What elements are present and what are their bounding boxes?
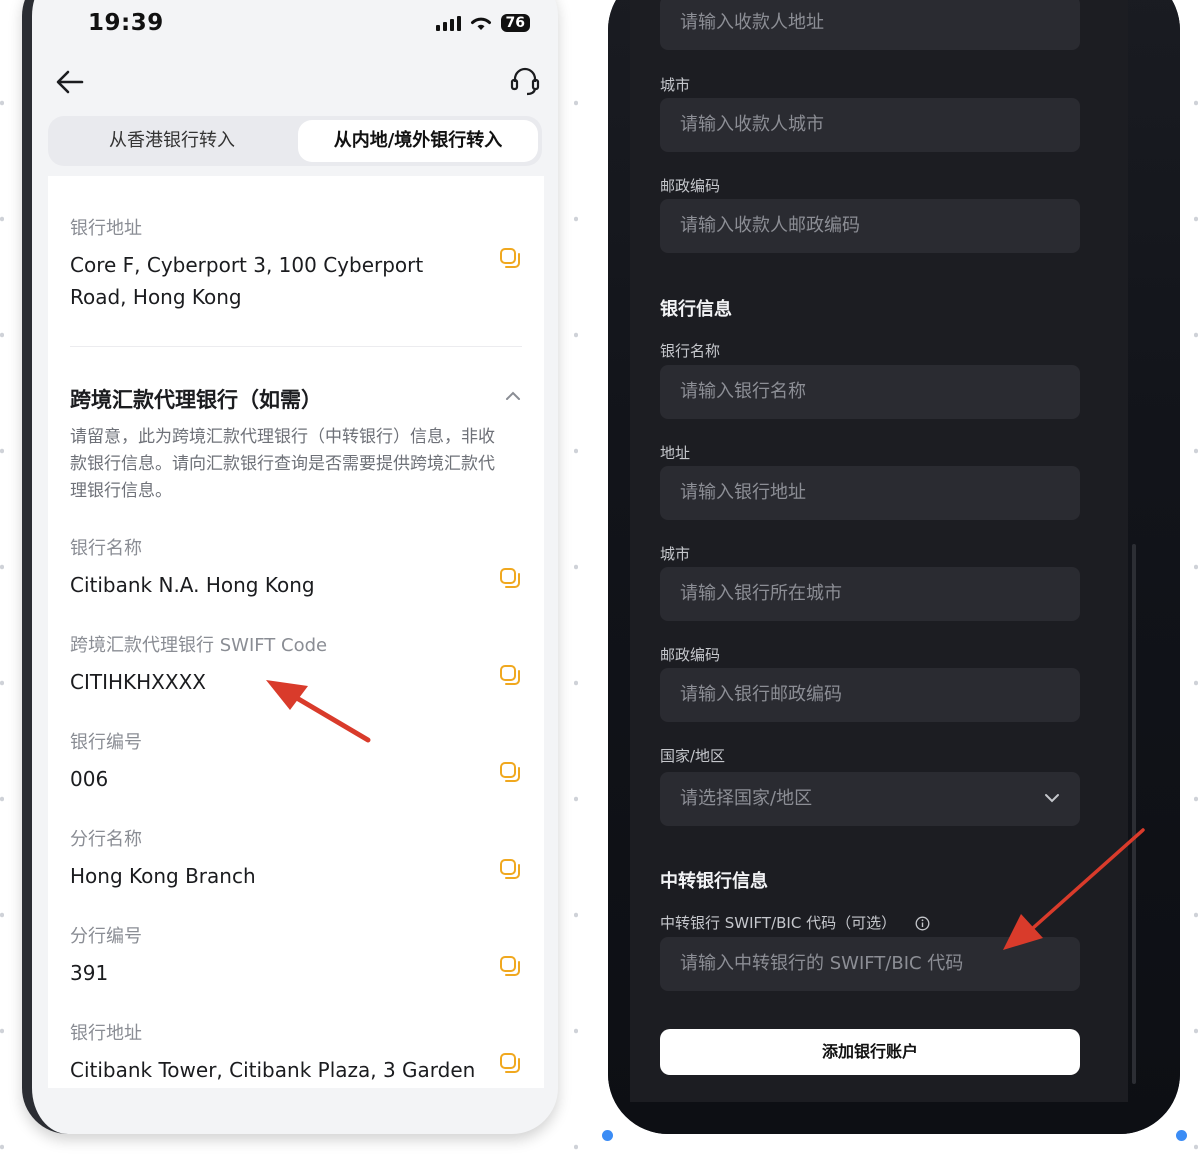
field-label: 银行名称 [70, 538, 142, 559]
bank-details-card: 银行地址 Core F, Cyberport 3, 100 Cyberport … [48, 176, 544, 1088]
copy-icon[interactable] [498, 760, 522, 784]
copy-icon[interactable] [498, 857, 522, 881]
bank-name-input[interactable]: 请输入银行名称 [660, 365, 1080, 419]
section-title: 跨境汇款代理银行（如需） [70, 388, 322, 412]
background-dots [574, 0, 578, 1154]
intermediary-swift-input[interactable]: 请输入中转银行的 SWIFT/BIC 代码 [660, 937, 1080, 991]
battery-icon: 76 [500, 14, 530, 32]
field-label: 银行地址 [70, 218, 142, 239]
country-select[interactable]: 请选择国家/地区 [660, 772, 1080, 826]
payee-address-input[interactable]: 请输入收款人地址 [660, 0, 1080, 50]
field-label: 跨境汇款代理银行 SWIFT Code [70, 635, 328, 656]
payee-postcode-input[interactable]: 请输入收款人邮政编码 [660, 199, 1080, 253]
wifi-icon [470, 17, 491, 30]
bank-postcode-label: 邮政编码 [660, 646, 721, 664]
decorative-dot [1176, 1130, 1187, 1141]
divider [70, 346, 522, 347]
transfer-source-tabs: 从香港银行转入 从内地/境外银行转入 [48, 116, 542, 166]
right-phone-screen: 请输入收款人地址 城市 请输入收款人城市 邮政编码 请输入收款人邮政编码 银行信… [608, 0, 1180, 1134]
field-value: Core F, Cyberport 3, 100 Cyberport Road,… [70, 253, 424, 309]
info-icon[interactable] [915, 916, 930, 931]
branch-name-field: 分行名称 Hong Kong Branch [70, 825, 480, 892]
bank-info-title: 银行信息 [660, 299, 732, 320]
status-icons: 76 [435, 14, 530, 32]
field-value: 006 [70, 767, 109, 791]
intermediary-bank-address-field: 银行地址 Citibank Tower, Citibank Plaza, 3 G… [70, 1019, 480, 1086]
bank-name-field: 银行名称 Citibank N.A. Hong Kong [70, 534, 480, 601]
country-select-placeholder: 请选择国家/地区 [680, 788, 813, 809]
bank-address-input[interactable]: 请输入银行地址 [660, 466, 1080, 520]
payee-city-input[interactable]: 请输入收款人城市 [660, 98, 1080, 152]
field-value: Citibank N.A. Hong Kong [70, 573, 315, 597]
background-dots [0, 0, 4, 1154]
copy-icon[interactable] [498, 246, 522, 270]
section-note: 请留意，此为跨境汇款代理银行（中转银行）信息，非收款银行信息。请向汇款银行查询是… [70, 427, 495, 501]
copy-icon[interactable] [498, 954, 522, 978]
tab-mainland-overseas-bank[interactable]: 从内地/境外银行转入 [298, 120, 538, 162]
field-label: 分行编号 [70, 926, 142, 947]
status-time: 19:39 [88, 10, 164, 36]
intermediary-swift-label: 中转银行 SWIFT/BIC 代码（可选） [660, 914, 897, 932]
chevron-down-icon [1045, 794, 1059, 803]
bank-city-label: 城市 [660, 545, 691, 563]
left-phone-screen: 19:39 76 从香港银行转入 从内地/境外银行转入 银行地址 Core F,… [22, 0, 558, 1134]
bank-postcode-input[interactable]: 请输入银行邮政编码 [660, 668, 1080, 722]
copy-icon[interactable] [498, 566, 522, 590]
intermediary-info-title: 中转银行信息 [660, 871, 768, 892]
scrollbar[interactable] [1132, 544, 1136, 1084]
payee-postcode-label: 邮政编码 [660, 177, 721, 195]
intermediary-swift-label-row: 中转银行 SWIFT/BIC 代码（可选） [660, 912, 930, 933]
bank-account-form: 请输入收款人地址 城市 请输入收款人城市 邮政编码 请输入收款人邮政编码 银行信… [630, 0, 1136, 1102]
bank-code-field: 银行编号 006 [70, 728, 480, 795]
field-value: 391 [70, 961, 109, 985]
field-label: 分行名称 [70, 829, 142, 850]
decorative-dot [602, 1130, 613, 1141]
field-value: Citibank Tower, Citibank Plaza, 3 Garden [70, 1058, 476, 1082]
top-bar [32, 64, 558, 104]
field-value: CITIHKHXXXX [70, 670, 206, 694]
chevron-up-icon[interactable] [504, 388, 522, 402]
headset-icon[interactable] [508, 64, 542, 98]
tab-hk-bank[interactable]: 从香港银行转入 [52, 120, 292, 162]
bank-address-field: 银行地址 Core F, Cyberport 3, 100 Cyberport … [70, 214, 480, 313]
payee-city-label: 城市 [660, 76, 691, 94]
bank-city-input[interactable]: 请输入银行所在城市 [660, 567, 1080, 621]
background-dots [1194, 0, 1198, 1154]
bank-name-label: 银行名称 [660, 342, 721, 360]
status-bar: 19:39 76 [32, 10, 558, 40]
arrow-left-icon[interactable] [52, 64, 88, 100]
copy-icon[interactable] [498, 663, 522, 687]
field-label: 银行编号 [70, 732, 142, 753]
add-bank-account-button[interactable]: 添加银行账户 [660, 1029, 1080, 1075]
branch-code-field: 分行编号 391 [70, 922, 480, 989]
field-value: Hong Kong Branch [70, 864, 256, 888]
bank-address-label: 地址 [660, 444, 691, 462]
swift-code-field: 跨境汇款代理银行 SWIFT Code CITIHKHXXXX [70, 631, 480, 698]
copy-icon[interactable] [498, 1051, 522, 1075]
country-label: 国家/地区 [660, 747, 726, 765]
field-label: 银行地址 [70, 1023, 142, 1044]
signal-icon [435, 15, 461, 31]
